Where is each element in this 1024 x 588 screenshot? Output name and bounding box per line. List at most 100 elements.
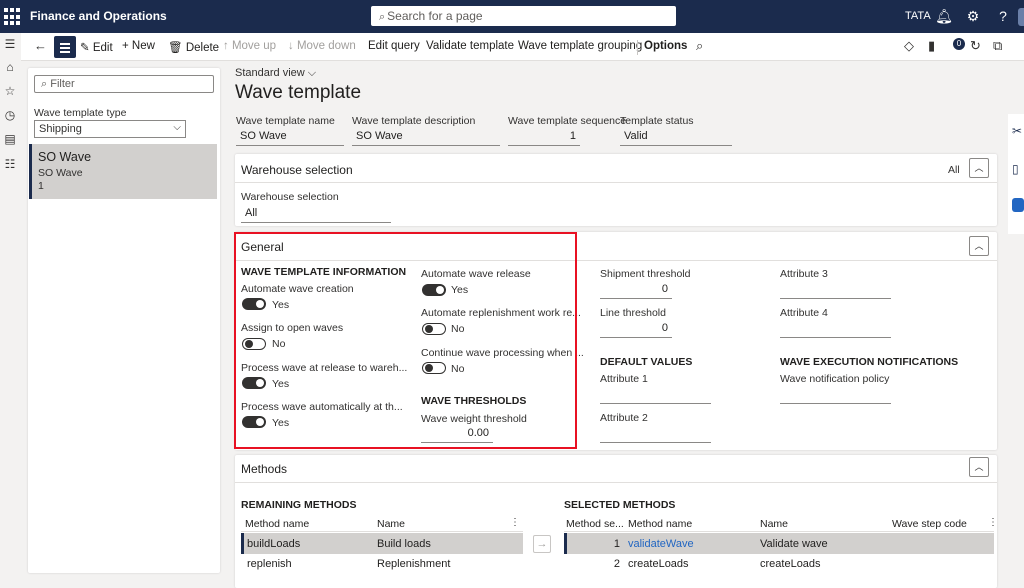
- remaining-col-name[interactable]: Name: [377, 518, 405, 530]
- description-field[interactable]: SO Wave: [352, 128, 500, 146]
- sequence-label: Wave template sequence: [508, 115, 627, 127]
- remaining-row-method: buildLoads: [247, 538, 301, 550]
- search-icon[interactable]: ⌕: [696, 38, 703, 54]
- column-options-icon[interactable]: ⋮: [510, 517, 520, 528]
- remaining-row-name: Build loads: [377, 538, 431, 550]
- selected-row-seq: 1: [613, 538, 620, 550]
- column-options-icon[interactable]: ⋮: [988, 517, 998, 528]
- clock-icon[interactable]: ◷: [2, 108, 18, 124]
- view-selector[interactable]: Standard view ⌵: [235, 67, 316, 80]
- arrow-up-icon: ↑: [223, 40, 229, 52]
- chevron-down-icon: ⌵: [307, 67, 317, 79]
- app-launcher-icon[interactable]: [4, 8, 22, 26]
- tools-icon[interactable]: ✂: [1012, 124, 1022, 138]
- hamburger-icon[interactable]: ☰: [2, 37, 18, 53]
- list-item-sequence: 1: [38, 180, 44, 192]
- divider: [564, 531, 994, 532]
- help-icon[interactable]: ?: [994, 7, 1012, 25]
- options-tab[interactable]: Options: [644, 40, 687, 52]
- notifications-header: WAVE EXECUTION NOTIFICATIONS: [780, 356, 959, 368]
- warehouse-selection-title[interactable]: Warehouse selection: [241, 163, 353, 177]
- attribute-1-label: Attribute 1: [600, 373, 648, 385]
- gear-icon[interactable]: ⚙: [964, 7, 982, 25]
- divider: [241, 531, 523, 532]
- selected-col-method[interactable]: Method name: [628, 518, 692, 530]
- move-up-label: Move up: [231, 40, 277, 52]
- chevron-up-icon[interactable]: ︿: [969, 158, 989, 178]
- search-icon: ⌕: [379, 11, 386, 23]
- office-icon[interactable]: ▮: [928, 38, 935, 54]
- sequence-field[interactable]: 1: [508, 128, 580, 146]
- back-icon[interactable]: ←: [34, 38, 47, 53]
- notification-badge[interactable]: 0: [953, 38, 965, 50]
- view-label: Standard view: [235, 67, 305, 79]
- edit-button[interactable]: ✎ Edit: [80, 40, 113, 54]
- divider: [235, 482, 997, 483]
- trash-icon: 🗑︎: [168, 42, 183, 54]
- wave-template-type-value: Shipping: [39, 123, 82, 135]
- search-input[interactable]: ⌕ Search for a page: [371, 6, 676, 26]
- selected-row-name: createLoads: [760, 558, 821, 570]
- attribute-1-field[interactable]: [600, 388, 711, 404]
- move-down-label: Move down: [296, 40, 356, 52]
- attribute-3-field[interactable]: [780, 283, 891, 299]
- move-up-button[interactable]: ↑ Move up: [223, 40, 276, 52]
- bell-icon[interactable]: 🔔︎: [935, 7, 953, 25]
- selected-row-method: createLoads: [628, 558, 689, 570]
- selected-row-name: Validate wave: [760, 538, 828, 550]
- delete-button[interactable]: 🗑︎ Delete: [168, 40, 219, 54]
- shipment-threshold-label: Shipment threshold: [600, 268, 691, 280]
- remaining-col-method[interactable]: Method name: [245, 518, 309, 530]
- attribute-2-field[interactable]: [600, 427, 711, 443]
- selected-methods-header: SELECTED METHODS: [564, 499, 676, 511]
- selected-col-step[interactable]: Wave step code: [892, 518, 967, 530]
- attribute-4-field[interactable]: [780, 322, 891, 338]
- home-icon[interactable]: ⌂: [2, 60, 18, 76]
- app-title[interactable]: Finance and Operations: [30, 9, 167, 23]
- menu-button[interactable]: [54, 36, 76, 58]
- validate-template-button[interactable]: Validate template: [426, 40, 514, 52]
- line-threshold-field[interactable]: 0: [600, 322, 672, 338]
- popout-icon[interactable]: ⧉: [993, 38, 1002, 54]
- selected-row-method-link[interactable]: validateWave: [628, 538, 694, 550]
- selected-col-seq[interactable]: Method se...: [566, 518, 624, 530]
- insights-icon[interactable]: [1012, 198, 1024, 212]
- chevron-up-icon[interactable]: ︿: [969, 457, 989, 477]
- notification-policy-field[interactable]: [780, 388, 891, 404]
- highlight-box: [234, 232, 577, 449]
- arrow-right-icon[interactable]: →: [533, 535, 551, 553]
- filter-input[interactable]: ⌕ Filter: [34, 75, 214, 93]
- new-button[interactable]: + New: [122, 40, 155, 52]
- selected-row-seq: 2: [613, 558, 620, 570]
- move-down-button[interactable]: ↓ Move down: [288, 40, 356, 52]
- attribute-4-label: Attribute 4: [780, 307, 828, 319]
- edit-query-button[interactable]: Edit query: [368, 40, 420, 52]
- remaining-row-name: Replenishment: [377, 558, 451, 570]
- name-field[interactable]: SO Wave: [236, 128, 344, 146]
- wave-template-type-select[interactable]: Shipping ⌵: [34, 120, 186, 138]
- modules-icon[interactable]: ☷: [2, 157, 18, 173]
- selected-col-name[interactable]: Name: [760, 518, 788, 530]
- chevron-up-icon[interactable]: ︿: [969, 236, 989, 256]
- warehouse-field-label: Warehouse selection: [241, 191, 339, 203]
- methods-title[interactable]: Methods: [241, 462, 287, 476]
- document-icon[interactable]: ▯: [1012, 162, 1019, 176]
- company-picker[interactable]: TATA: [905, 10, 931, 22]
- pencil-icon: ✎: [80, 42, 90, 54]
- refresh-icon[interactable]: ↻: [970, 38, 981, 54]
- search-icon: ⌕: [41, 78, 48, 90]
- filter-placeholder: Filter: [50, 78, 75, 90]
- workspaces-icon[interactable]: ▤: [2, 132, 18, 148]
- warehouse-field[interactable]: All: [241, 205, 391, 223]
- list-item-title: SO Wave: [38, 150, 92, 164]
- star-icon[interactable]: ☆: [2, 84, 18, 100]
- page-title: Wave template: [235, 82, 362, 103]
- wave-template-grouping-button[interactable]: Wave template grouping: [518, 40, 642, 52]
- toolbar-separator: [637, 40, 638, 55]
- arrow-down-icon: ↓: [288, 40, 294, 52]
- shipment-threshold-field[interactable]: 0: [600, 283, 672, 299]
- line-threshold-label: Line threshold: [600, 307, 666, 319]
- diamond-icon[interactable]: ◇: [904, 38, 914, 54]
- avatar[interactable]: [1018, 8, 1024, 26]
- chevron-down-icon: ⌵: [173, 122, 181, 133]
